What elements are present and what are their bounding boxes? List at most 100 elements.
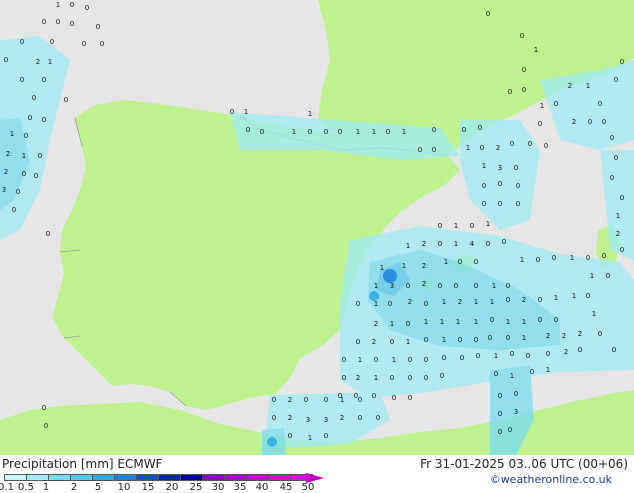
precip-value-label: 0: [324, 396, 328, 404]
colorbar-swatch: [70, 474, 93, 481]
precip-value-label: 2: [422, 240, 426, 248]
precip-value-label: 1: [308, 434, 312, 442]
precip-value-label: 0: [272, 396, 276, 404]
precip-value-label: 0: [100, 40, 104, 48]
precip-value-label: 2: [522, 296, 526, 304]
precip-value-label: 0: [536, 256, 540, 264]
precip-value-label: 0: [338, 128, 342, 136]
precip-value-label: 0: [424, 336, 428, 344]
precip-value-label: 0: [476, 352, 480, 360]
precip-value-label: 0: [28, 114, 32, 122]
colorbar-swatch: [202, 474, 225, 481]
colorbar-swatch: [26, 474, 49, 481]
precip-value-label: 1: [466, 144, 470, 152]
precip-value-label: 0: [32, 94, 36, 102]
precip-value-label: 0: [538, 316, 542, 324]
precip-value-label: 1: [554, 294, 558, 302]
precip-value-label: 0: [406, 320, 410, 328]
precip-value-label: 0: [438, 222, 442, 230]
precip-value-label: 0: [356, 300, 360, 308]
precip-value-label: 0: [424, 374, 428, 382]
precip-value-label: 0: [620, 194, 624, 202]
colorbar-swatch: [224, 474, 247, 481]
precip-value-label: 0: [454, 282, 458, 290]
colorbar-tick-label: 2: [70, 482, 78, 493]
precip-value-label: 2: [4, 168, 8, 176]
precip-value-label: 0: [498, 428, 502, 436]
precip-value-label: 0: [304, 396, 308, 404]
precip-value-label: 3: [306, 416, 310, 424]
colorbar-swatch: [268, 474, 291, 481]
precip-value-label: 0: [474, 258, 478, 266]
precip-value-label: 2: [572, 118, 576, 126]
precip-value-label: 2: [340, 414, 344, 422]
precip-value-label: 1: [456, 318, 460, 326]
precip-value-label: 1: [402, 262, 406, 270]
precip-value-label: 1: [22, 152, 26, 160]
precip-value-label: 1: [374, 282, 378, 290]
precip-value-label: 0: [342, 374, 346, 382]
precip-value-label: 3: [2, 186, 6, 194]
colorbar-swatch: [180, 474, 203, 481]
precip-value-label: 2: [458, 298, 462, 306]
precip-value-label: 0: [610, 134, 614, 142]
precip-value-label: 1: [486, 220, 490, 228]
colorbar-tick-label: 45: [279, 482, 293, 493]
precipitation-map: 1000000000002100000010210200300001100100…: [0, 0, 634, 455]
precip-value-label: 2: [496, 144, 500, 152]
precip-value-label: 0: [432, 126, 436, 134]
precip-value-label: 1: [570, 254, 574, 262]
precip-value-label: 1: [406, 338, 410, 346]
precip-value-label: 3: [324, 416, 328, 424]
colorbar-swatch: [4, 474, 27, 481]
precip-value-label: 0: [34, 172, 38, 180]
colorbar-tick-label: 0.5: [18, 482, 34, 493]
credit-link[interactable]: ©weatheronline.co.uk: [490, 473, 612, 486]
precip-value-label: 1: [374, 300, 378, 308]
precip-value-label: 0: [308, 128, 312, 136]
colorbar-tick-label: 30: [211, 482, 225, 493]
precip-value-label: 2: [288, 414, 292, 422]
precip-value-label: 0: [470, 222, 474, 230]
precip-value-label: 1: [572, 292, 576, 300]
colorbar-tick-label: 35: [233, 482, 247, 493]
precip-value-label: 0: [490, 316, 494, 324]
precip-value-label: 2: [616, 230, 620, 238]
precip-value-label: 1: [308, 110, 312, 118]
precip-value-label: 0: [528, 140, 532, 148]
precip-value-label: 0: [606, 272, 610, 280]
precip-value-label: 0: [586, 292, 590, 300]
precip-value-label: 0: [530, 368, 534, 376]
precip-value-label: 0: [230, 108, 234, 116]
precip-value-label: 0: [85, 4, 89, 12]
precip-value-label: 0: [22, 170, 26, 178]
precip-max-south: [267, 437, 277, 447]
precip-value-label: 0: [12, 206, 16, 214]
precip-value-label: 2: [546, 332, 550, 340]
precip-value-label: 3: [514, 408, 518, 416]
precip-value-label: 0: [480, 144, 484, 152]
precip-value-label: 1: [424, 318, 428, 326]
precip-value-label: 0: [96, 23, 100, 31]
precip-value-label: 0: [432, 146, 436, 154]
precip-value-label: 1: [442, 298, 446, 306]
precip-value-label: 2: [564, 348, 568, 356]
colorbar-swatch: [246, 474, 269, 481]
colorbar-tick-label: 50: [301, 482, 315, 493]
precip-value-label: 0: [64, 96, 68, 104]
precip-value-label: 1: [340, 396, 344, 404]
precip-value-label: 2: [408, 298, 412, 306]
precip-value-label: 0: [438, 240, 442, 248]
precip-value-label: 0: [460, 354, 464, 362]
precip-value-label: 0: [498, 180, 502, 188]
colorbar-swatch: [48, 474, 71, 481]
precip-value-label: 0: [42, 404, 46, 412]
precip-value-label: 1: [586, 82, 590, 90]
precip-value-label: 0: [502, 238, 506, 246]
precip-value-label: 0: [442, 354, 446, 362]
precip-value-label: 0: [614, 154, 618, 162]
precip-value-label: 0: [478, 124, 482, 132]
precip-value-label: 3: [498, 164, 502, 172]
precip-value-label: 1: [380, 264, 384, 272]
precip-value-label: 2: [372, 338, 376, 346]
